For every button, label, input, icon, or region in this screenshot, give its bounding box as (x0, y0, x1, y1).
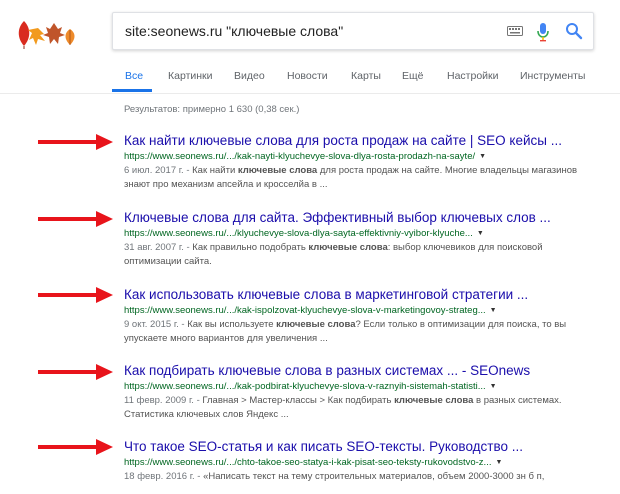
snippet-text: Главная > Мастер-классы > Как подбирать (202, 395, 395, 406)
snippet-highlight: ключевые слова (237, 165, 318, 176)
search-result: Как найти ключевые слова для роста прода… (124, 133, 604, 191)
keyboard-icon[interactable] (507, 26, 523, 36)
result-date: 18 февр. 2016 г. - (124, 471, 204, 482)
red-arrow-icon (38, 211, 113, 227)
result-url[interactable]: https://www.seonews.ru/.../chto-takoe-se… (124, 457, 491, 468)
snippet-text: Как правильно подобрать (192, 242, 309, 253)
url-dropdown-caret-icon[interactable]: ▼ (490, 305, 497, 317)
result-url-row: https://www.seonews.ru/.../kak-ispolzova… (124, 305, 604, 317)
active-tab-indicator (112, 89, 152, 92)
microphone-icon[interactable] (537, 22, 549, 42)
result-date: 9 окт. 2015 г. - (124, 319, 188, 330)
tabs-divider (0, 93, 620, 94)
snippet-highlight: ключевые слова (308, 242, 388, 253)
result-date: 11 февр. 2009 г. - (124, 395, 203, 406)
result-snippet: 9 окт. 2015 г. - Как вы используете ключ… (124, 318, 594, 345)
url-dropdown-caret-icon[interactable]: ▼ (479, 151, 486, 163)
red-arrow-icon (38, 134, 113, 150)
result-url[interactable]: https://www.seonews.ru/.../kak-nayti-kly… (124, 151, 475, 162)
result-date: 6 июл. 2017 г. - (124, 165, 193, 176)
result-snippet: 11 февр. 2009 г. - Главная > Мастер-клас… (124, 394, 594, 421)
red-arrow-icon (38, 439, 113, 455)
url-dropdown-caret-icon[interactable]: ▼ (495, 457, 502, 469)
result-url-row: https://www.seonews.ru/.../chto-takoe-se… (124, 457, 604, 469)
result-url[interactable]: https://www.seonews.ru/.../kak-ispolzova… (124, 305, 486, 316)
leaf-brown-icon (43, 23, 65, 44)
result-date: 31 авг. 2007 г. - (124, 242, 193, 253)
snippet-text: «Написать текст на тему строительных мат… (203, 471, 545, 482)
tab-all[interactable]: Все (125, 70, 143, 82)
result-url-row: https://www.seonews.ru/.../kak-nayti-kly… (124, 151, 604, 163)
red-arrow-icon (38, 287, 113, 303)
url-dropdown-caret-icon[interactable]: ▼ (477, 228, 484, 240)
search-tabs: Все Картинки Видео Новости Карты Ещё Нас… (112, 62, 620, 94)
search-result: Как подбирать ключевые слова в разных си… (124, 363, 604, 421)
result-stats: Результатов: примерно 1 630 (0,38 сек.) (124, 104, 300, 115)
result-url-row: https://www.seonews.ru/.../klyuchevye-sl… (124, 228, 604, 240)
tab-news[interactable]: Новости (287, 70, 328, 82)
snippet-text: Как вы используете (187, 319, 277, 330)
result-snippet: 6 июл. 2017 г. - Как найти ключевые слов… (124, 164, 594, 191)
result-url[interactable]: https://www.seonews.ru/.../kak-podbirat-… (124, 381, 486, 392)
result-url-row: https://www.seonews.ru/.../kak-podbirat-… (124, 381, 604, 393)
search-icon[interactable] (565, 22, 583, 40)
search-result: Что такое SEO-статья и как писать SEO-те… (124, 439, 604, 484)
snippet-text: Как найти (192, 165, 238, 176)
red-arrow-icon (38, 364, 113, 380)
search-result: Как использовать ключевые слова в маркет… (124, 287, 604, 345)
result-url[interactable]: https://www.seonews.ru/.../klyuchevye-sl… (124, 228, 473, 239)
result-title-link[interactable]: Как использовать ключевые слова в маркет… (124, 287, 604, 303)
tab-video[interactable]: Видео (234, 70, 265, 82)
result-snippet: 31 авг. 2007 г. - Как правильно подобрат… (124, 241, 594, 268)
result-title-link[interactable]: Как найти ключевые слова для роста прода… (124, 133, 604, 149)
tab-tools[interactable]: Инструменты (520, 70, 585, 82)
tab-images[interactable]: Картинки (168, 70, 213, 82)
tab-more[interactable]: Ещё (402, 70, 423, 82)
result-title-link[interactable]: Ключевые слова для сайта. Эффективный вы… (124, 210, 604, 226)
result-snippet: 18 февр. 2016 г. - «Написать текст на те… (124, 470, 594, 484)
search-box[interactable] (112, 12, 594, 50)
leaf-red-icon (18, 21, 30, 46)
result-title-link[interactable]: Как подбирать ключевые слова в разных си… (124, 363, 604, 379)
leaf-orange-icon (28, 28, 45, 45)
autumn-leaves-logo-icon[interactable] (14, 18, 78, 50)
tab-maps[interactable]: Карты (351, 70, 381, 82)
search-result: Ключевые слова для сайта. Эффективный вы… (124, 210, 604, 268)
snippet-highlight: ключевые слова (276, 319, 356, 330)
search-input[interactable] (125, 13, 495, 49)
snippet-highlight: ключевые слова (394, 395, 474, 406)
tab-settings[interactable]: Настройки (447, 70, 499, 82)
result-title-link[interactable]: Что такое SEO-статья и как писать SEO-те… (124, 439, 604, 455)
url-dropdown-caret-icon[interactable]: ▼ (490, 381, 497, 393)
